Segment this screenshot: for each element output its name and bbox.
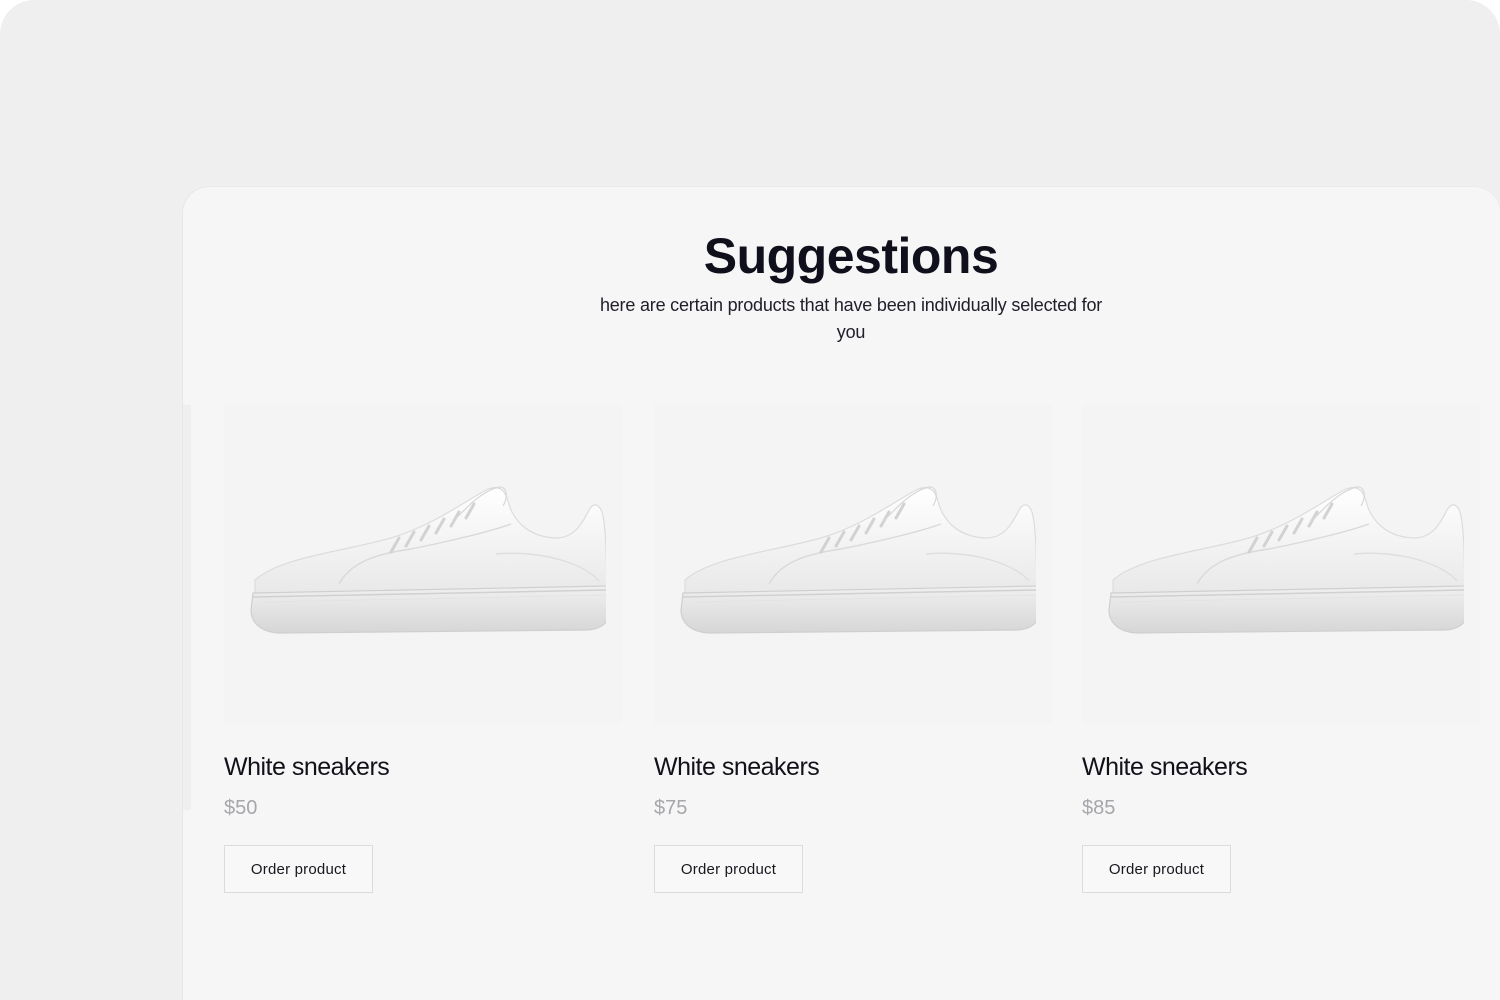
panel-divider xyxy=(183,405,191,810)
product-image[interactable] xyxy=(654,405,1052,723)
product-card[interactable]: White sneakers $85 Order product xyxy=(1082,405,1480,893)
product-price: $50 xyxy=(224,797,258,819)
product-price: $85 xyxy=(1082,797,1116,819)
order-product-button[interactable]: Order product xyxy=(654,845,803,893)
page-subtitle: here are certain products that have been… xyxy=(599,295,1103,342)
white-sneaker-icon xyxy=(249,485,606,634)
product-name: White sneakers xyxy=(1082,753,1248,781)
white-sneaker-icon xyxy=(679,485,1036,634)
order-product-button[interactable]: Order product xyxy=(224,845,373,893)
product-price: $75 xyxy=(654,797,688,819)
product-card[interactable]: White sneakers $50 Order product xyxy=(224,405,622,893)
white-sneaker-icon xyxy=(1107,485,1464,634)
page-title: Suggestions xyxy=(703,227,999,284)
product-card[interactable]: White sneakers $75 Order product xyxy=(654,405,1052,893)
product-image[interactable] xyxy=(1082,405,1480,723)
order-product-button[interactable]: Order product xyxy=(1082,845,1231,893)
product-name: White sneakers xyxy=(654,753,820,781)
product-image[interactable] xyxy=(224,405,622,723)
product-name: White sneakers xyxy=(224,753,390,781)
